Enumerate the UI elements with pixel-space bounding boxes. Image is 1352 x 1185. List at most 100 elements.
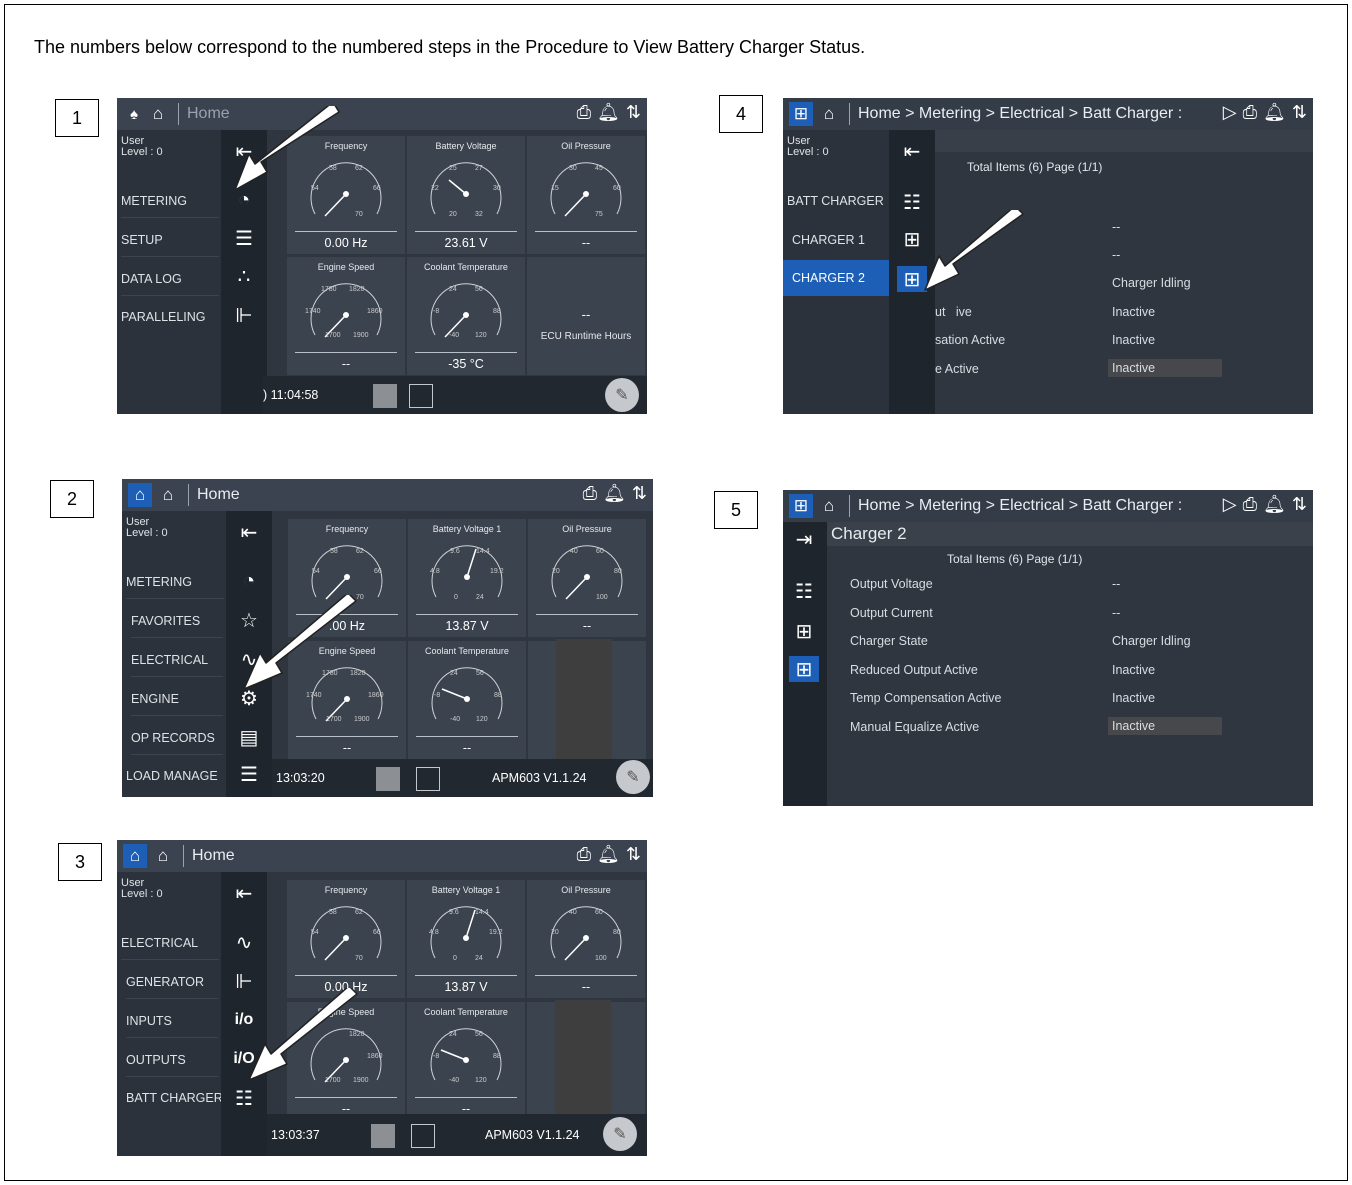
home-icon[interactable]: ⌂ (151, 844, 175, 868)
collapse-menu-icon[interactable]: ⇤ (234, 519, 264, 545)
battery-charger-icon[interactable]: ⊞ (789, 494, 813, 518)
clock: 13:03:20 (276, 771, 325, 785)
menu-item-inputs[interactable]: INPUTS (126, 1014, 218, 1038)
battery-charger-2-icon[interactable]: ⊞ (789, 656, 819, 682)
screen-step-2: ⌂ ⌂ Home ⎙ 🔔︎ ⇅ User Level : 0 METERING F… (122, 479, 653, 797)
total-items: Total Items (6) Page (1/1) (967, 160, 1103, 174)
menu-item-favorites[interactable]: FAVORITES (131, 614, 223, 638)
menu-item-electrical[interactable]: ELECTRICAL (121, 936, 219, 960)
expand-menu-icon[interactable]: ⇥ (789, 526, 819, 552)
home-tab-icon[interactable]: ⌂ (123, 844, 147, 868)
home-icon[interactable]: ⌂ (156, 483, 180, 507)
gauge-battery-voltage: Battery Voltage 22 25 27 30 20 32 23.61 V (407, 136, 525, 254)
menu-item-batt-charger[interactable]: BATT CHARGER (126, 1091, 224, 1114)
menu-item-metering[interactable]: METERING (121, 194, 219, 218)
svg-text:66: 66 (374, 568, 382, 575)
user-label: User Level : 0 (121, 135, 163, 158)
svg-text:45: 45 (595, 165, 603, 172)
breadcrumb: Home > Metering > Electrical > Batt Char… (858, 105, 1183, 122)
home-icon[interactable]: ⌂ (146, 102, 170, 126)
play-icon[interactable]: ▷ (1223, 102, 1237, 123)
row-value-selected[interactable]: Inactive (1108, 359, 1222, 377)
dots-icon[interactable]: ∴ (229, 263, 259, 289)
home-icon[interactable]: ⌂ (817, 494, 841, 518)
sliders-icon[interactable]: ☰ (229, 225, 259, 251)
sort-icon[interactable]: ⇅ (626, 102, 641, 123)
list-icon[interactable]: ☷ (229, 1085, 259, 1111)
menu-item-batt-charger[interactable]: BATT CHARGER (787, 194, 885, 217)
menu-item-charger-2-selected[interactable]: CHARGER 2 (783, 260, 889, 296)
home-icon[interactable]: ⌂ (817, 102, 841, 126)
step-label-2: 2 (50, 480, 94, 518)
bell-icon[interactable]: 🔔︎ (1263, 102, 1286, 123)
edit-pencil-icon[interactable]: ✎ (603, 1117, 637, 1151)
firmware-version: APM603 V1.1.24 (485, 1128, 580, 1142)
list-header-bar (935, 130, 1313, 152)
edit-pencil-icon[interactable]: ✎ (605, 378, 639, 412)
alarm-bell-icon[interactable]: ♠ (122, 102, 146, 126)
menu-item-op-records[interactable]: OP RECORDS (131, 731, 223, 755)
gauge-engine-speed: Engine Speed 1740 1780 1820 1860 1700 1900 -- (287, 257, 405, 375)
printer-icon[interactable]: ⎙ (1243, 102, 1257, 123)
svg-text:40: 40 (569, 909, 577, 916)
svg-text:32: 32 (475, 211, 483, 218)
edit-pencil-icon[interactable]: ✎ (616, 760, 650, 794)
bell-icon[interactable]: 🔔︎ (603, 483, 626, 504)
svg-text:19.2: 19.2 (490, 568, 504, 575)
svg-text:1860: 1860 (368, 692, 384, 699)
collapse-menu-icon[interactable]: ⇤ (897, 138, 927, 164)
meter-gauge-icon[interactable]: ◔ (234, 568, 264, 594)
row-value-selected[interactable]: Inactive (1108, 717, 1222, 735)
svg-text:1820: 1820 (349, 286, 365, 293)
battery-charger-icon[interactable]: ⊞ (789, 102, 813, 126)
menu-item-paralleling[interactable]: PARALLELING (121, 310, 219, 333)
menu-item-engine[interactable]: ENGINE (131, 692, 223, 716)
status-indicator-filled (376, 767, 400, 791)
printer-icon[interactable]: ⎙ (583, 483, 597, 504)
divider (849, 103, 850, 125)
menu-item-load-manage[interactable]: LOAD MANAGE (126, 769, 224, 792)
menu-item-data-log[interactable]: DATA LOG (121, 272, 219, 296)
row-value: Charger Idling (1112, 634, 1191, 648)
list-icon[interactable]: ☷ (789, 578, 819, 604)
menu-item-electrical[interactable]: ELECTRICAL (131, 653, 223, 677)
gauge-coolant-temperature: Coolant Temperature -8 24 56 88 -40 120 -- (407, 1002, 525, 1120)
sort-icon[interactable]: ⇅ (626, 844, 641, 865)
row-value: Inactive (1112, 691, 1156, 705)
battery-charger-1-icon[interactable]: ⊞ (789, 618, 819, 644)
collapse-menu-icon[interactable]: ⇤ (229, 880, 259, 906)
svg-text:75: 75 (595, 211, 603, 218)
op-records-icon[interactable]: ▤ (234, 724, 264, 750)
play-icon[interactable]: ▷ (1223, 494, 1237, 515)
printer-icon[interactable]: ⎙ (1243, 494, 1257, 515)
sort-icon[interactable]: ⇅ (1292, 102, 1307, 123)
svg-text:24: 24 (476, 594, 484, 601)
sine-wave-icon[interactable]: ∿ (229, 929, 259, 955)
sort-icon[interactable]: ⇅ (632, 483, 647, 504)
menu-item-metering[interactable]: METERING (126, 575, 224, 599)
row-label: Temp Compensation Active (850, 691, 1002, 705)
printer-icon[interactable]: ⎙ (577, 102, 591, 123)
menu-item-outputs[interactable]: OUTPUTS (126, 1053, 218, 1077)
svg-text:88: 88 (494, 692, 502, 699)
paralleling-icon[interactable]: ⊩ (229, 302, 259, 328)
gauge-coolant-temperature: Coolant Temperature -8 24 56 88 -40 120 -35 °… (407, 257, 525, 375)
printer-icon[interactable]: ⎙ (577, 844, 591, 865)
bell-icon[interactable]: 🔔︎ (597, 844, 620, 865)
sort-icon[interactable]: ⇅ (1292, 494, 1307, 515)
menu-item-setup[interactable]: SETUP (121, 233, 219, 257)
page-title: Home (187, 105, 230, 122)
load-manage-icon[interactable]: ☰ (234, 761, 264, 787)
divider (849, 495, 850, 517)
svg-text:1900: 1900 (354, 716, 370, 723)
svg-text:88: 88 (493, 308, 501, 315)
bell-icon[interactable]: 🔔︎ (1263, 494, 1286, 515)
row-value: -- (1112, 220, 1121, 234)
home-tab-icon[interactable]: ⌂ (128, 483, 152, 507)
menu-item-generator[interactable]: GENERATOR (126, 975, 218, 999)
bell-icon[interactable]: 🔔︎ (597, 102, 620, 123)
user-label: User Level : 0 (787, 135, 829, 158)
top-bar: ⌂ ⌂ Home ⎙ 🔔︎ ⇅ (117, 840, 647, 872)
svg-text:120: 120 (475, 1077, 487, 1084)
menu-item-charger-1[interactable]: CHARGER 1 (792, 233, 890, 256)
